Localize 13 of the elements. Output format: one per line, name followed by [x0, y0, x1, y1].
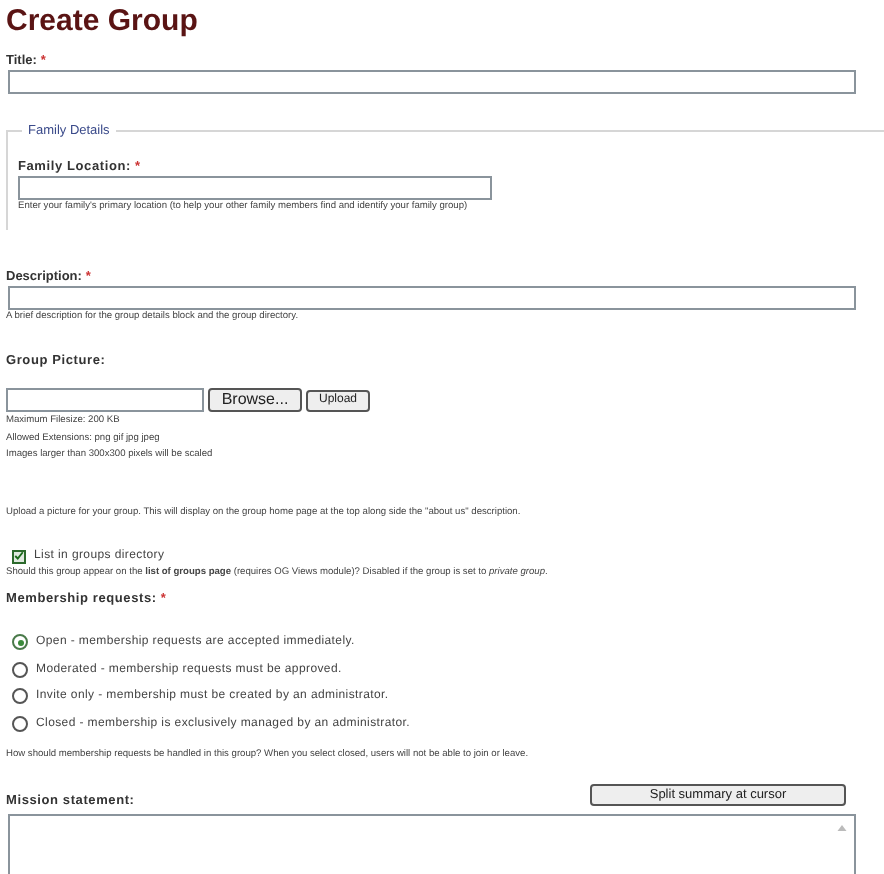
radio-button[interactable] — [12, 688, 28, 705]
description-input[interactable] — [8, 286, 856, 310]
radio-button[interactable] — [12, 715, 28, 732]
checkbox[interactable] — [12, 549, 26, 563]
location-input[interactable] — [18, 176, 492, 200]
radio-button[interactable] — [12, 661, 28, 678]
scroll-arrow-icon[interactable] — [836, 821, 848, 833]
file-path-input[interactable] — [6, 388, 204, 412]
radio-button[interactable] — [12, 634, 28, 651]
mission-textarea[interactable] — [8, 813, 856, 874]
page-title: Create Group — [6, 2, 200, 40]
browse-button[interactable]: Browse... — [208, 388, 302, 412]
title-input[interactable] — [8, 70, 856, 94]
